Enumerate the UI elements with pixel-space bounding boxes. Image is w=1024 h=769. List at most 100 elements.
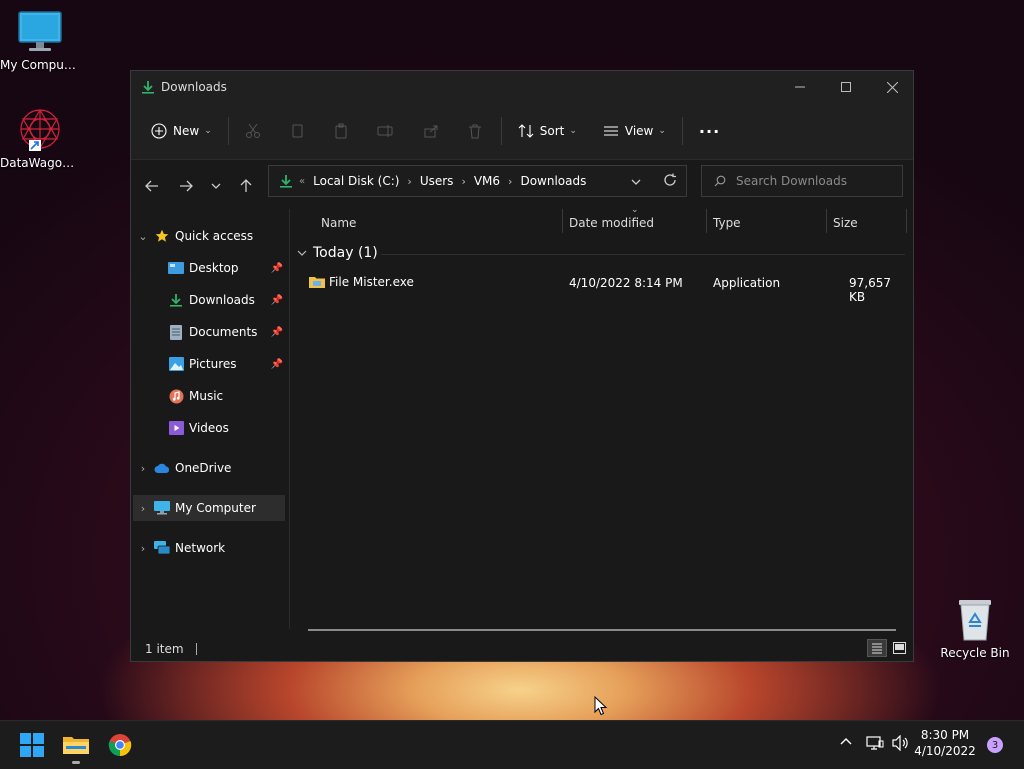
see-more-button[interactable]: ···: [691, 114, 728, 148]
horizontal-scrollbar[interactable]: [308, 629, 896, 631]
chevron-right-icon[interactable]: ›: [407, 175, 411, 188]
arrow-right-icon: [180, 180, 193, 192]
start-button[interactable]: [16, 729, 48, 761]
chevron-down-icon: ⌄: [569, 126, 577, 136]
refresh-button[interactable]: [663, 173, 677, 190]
chevron-right-icon[interactable]: ›: [133, 462, 153, 475]
nav-my-computer[interactable]: › My Computer: [133, 495, 285, 521]
taskbar-file-explorer[interactable]: [60, 729, 92, 764]
nav-quick-access[interactable]: ⌄ Quick access: [133, 223, 285, 249]
close-button[interactable]: [869, 71, 915, 103]
group-header-today[interactable]: Today (1): [297, 245, 378, 261]
breadcrumb-users[interactable]: Users: [420, 174, 454, 188]
clock[interactable]: 8:30 PM 4/10/2022: [910, 727, 980, 759]
rename-button[interactable]: [369, 114, 403, 148]
column-divider[interactable]: [826, 209, 827, 233]
nav-item-music[interactable]: Music: [133, 383, 285, 409]
sort-button[interactable]: Sort ⌄: [510, 114, 585, 148]
column-divider[interactable]: [562, 209, 563, 233]
nav-item-videos[interactable]: Videos: [133, 415, 285, 441]
details-view-button[interactable]: [867, 639, 887, 657]
search-box[interactable]: [701, 165, 903, 197]
pin-icon[interactable]: 📌: [271, 295, 283, 306]
view-button[interactable]: View ⌄: [595, 114, 674, 148]
pin-icon[interactable]: 📌: [271, 359, 283, 370]
breadcrumb-local-disk[interactable]: Local Disk (C:): [313, 174, 399, 188]
new-label: New: [173, 124, 200, 138]
column-divider[interactable]: [706, 209, 707, 233]
overflow-chevron-icon[interactable]: «: [299, 176, 305, 187]
pictures-icon: [167, 356, 185, 372]
column-header-name[interactable]: Name: [321, 209, 561, 237]
address-bar[interactable]: « Local Disk (C:) › Users › VM6 › Downlo…: [268, 165, 687, 197]
downloads-icon: [167, 292, 185, 308]
mouse-cursor-icon: [594, 696, 608, 716]
network-status-button[interactable]: [866, 735, 884, 755]
scissors-icon: [245, 123, 260, 138]
recent-locations-button[interactable]: [203, 182, 229, 190]
taskbar: 8:30 PM 4/10/2022 3: [0, 720, 1024, 769]
chevron-down-icon[interactable]: ⌄: [133, 230, 153, 243]
nav-label: Documents: [189, 325, 258, 339]
pin-icon[interactable]: 📌: [271, 263, 283, 274]
up-button[interactable]: [229, 179, 263, 193]
column-header-size[interactable]: Size: [833, 209, 905, 237]
paste-button[interactable]: [325, 114, 357, 148]
minimize-button[interactable]: [777, 71, 823, 103]
status-separator: [195, 643, 197, 655]
share-button[interactable]: [415, 114, 447, 148]
file-date: 4/10/2022 8:14 PM: [569, 276, 683, 290]
back-button[interactable]: [135, 179, 169, 193]
nav-item-pictures[interactable]: Pictures 📌: [133, 351, 285, 377]
tiles-view-button[interactable]: [889, 639, 909, 657]
column-label: Type: [713, 216, 741, 230]
cut-button[interactable]: [237, 114, 269, 148]
pin-icon[interactable]: 📌: [271, 327, 283, 338]
show-hidden-icons-button[interactable]: [840, 735, 852, 751]
maximize-button[interactable]: [823, 71, 869, 103]
copy-button[interactable]: [281, 114, 313, 148]
close-icon: [886, 81, 898, 93]
taskbar-chrome[interactable]: [104, 729, 136, 761]
forward-button[interactable]: [169, 179, 203, 193]
datawagon-logo-icon: [20, 108, 60, 151]
file-size: 97,657 KB: [849, 276, 891, 304]
delete-button[interactable]: [459, 114, 491, 148]
desktop-icon-datawagon[interactable]: DataWagon...: [0, 106, 80, 170]
column-divider[interactable]: [906, 209, 907, 233]
list-view-icon: [603, 126, 618, 136]
nav-item-downloads[interactable]: Downloads 📌: [133, 287, 285, 313]
nav-network[interactable]: › Network: [133, 535, 285, 561]
new-button[interactable]: New ⌄: [143, 114, 220, 148]
downloads-icon: [280, 175, 292, 188]
desktop-icon-label: DataWagon...: [0, 156, 80, 170]
address-dropdown-button[interactable]: [631, 175, 641, 189]
notification-badge[interactable]: 3: [987, 737, 1003, 753]
chevron-right-icon[interactable]: ›: [133, 542, 153, 555]
chevron-right-icon[interactable]: ›: [461, 175, 465, 188]
minimize-icon: [795, 86, 805, 88]
column-header-type[interactable]: Type: [713, 209, 825, 237]
desktop-icon-label: Recycle Bin: [940, 646, 1010, 660]
volume-button[interactable]: [892, 734, 910, 755]
desktop-icon-recycle-bin[interactable]: Recycle Bin: [935, 596, 1015, 660]
breadcrumb-vm6[interactable]: VM6: [474, 174, 500, 188]
copy-icon: [292, 124, 303, 138]
nav-onedrive[interactable]: › OneDrive: [133, 455, 285, 481]
music-icon: [167, 388, 185, 404]
nav-item-desktop[interactable]: Desktop 📌: [133, 255, 285, 281]
tiles-view-icon: [892, 642, 906, 654]
chevron-right-icon[interactable]: ›: [508, 175, 512, 188]
table-row[interactable]: File Mister.exe 4/10/2022 8:14 PM Applic…: [303, 271, 903, 304]
monitor-icon: [18, 11, 62, 51]
star-icon: [153, 228, 171, 244]
nav-label: My Computer: [175, 501, 256, 515]
chevron-right-icon[interactable]: ›: [133, 502, 153, 515]
sort-label: Sort: [539, 124, 565, 138]
search-input[interactable]: [734, 173, 898, 189]
nav-item-documents[interactable]: Documents 📌: [133, 319, 285, 345]
file-cell-name: File Mister.exe: [309, 275, 414, 289]
desktop-icon-my-computer[interactable]: My Computer: [0, 10, 80, 72]
clock-time: 8:30 PM: [920, 728, 970, 742]
breadcrumb-downloads[interactable]: Downloads: [520, 174, 586, 188]
